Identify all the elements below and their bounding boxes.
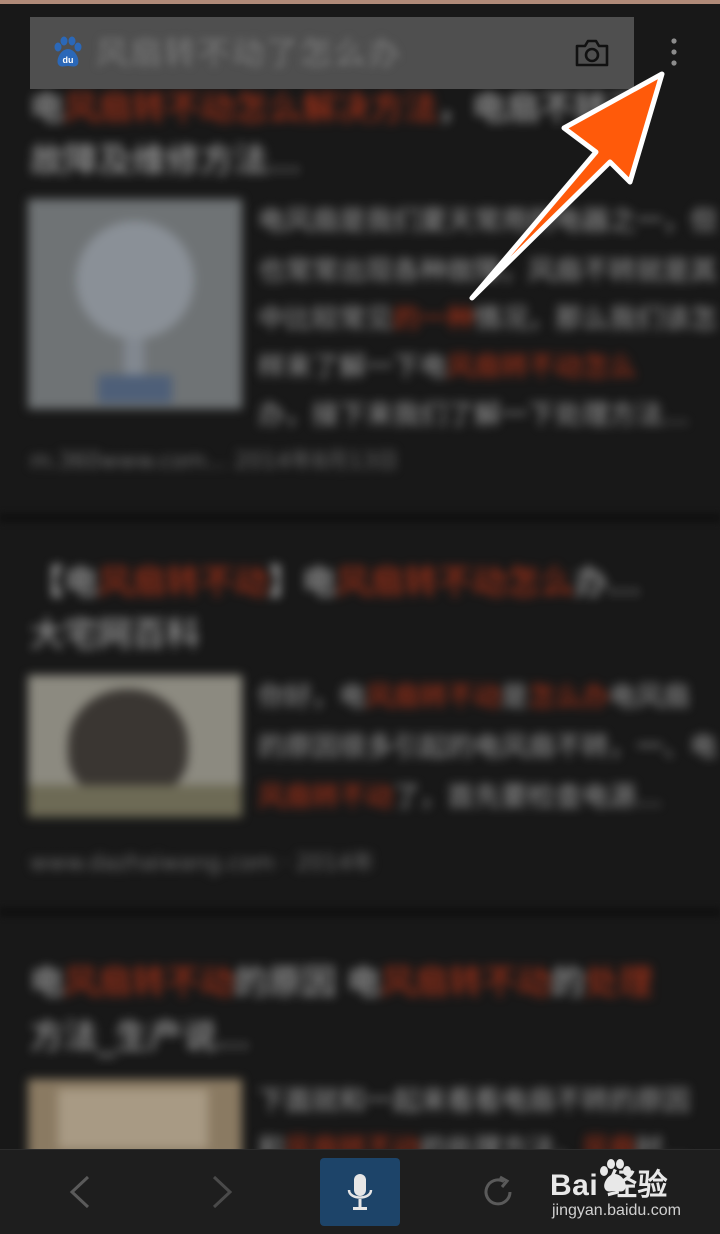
result-thumbnail-fan[interactable] (28, 199, 242, 409)
top-stripe (0, 0, 720, 4)
baidu-jingyan-watermark: Bai 经验 jingyan.baidu.com (550, 1159, 710, 1226)
baidu-paw-icon: du (54, 36, 82, 67)
result-thumbnail[interactable] (28, 1079, 242, 1149)
search-results: 电风扇转不动怎么解决方法，电扇不转了 故障及维修方法... 电风扇是我们夏天常用… (0, 89, 720, 1149)
more-vertical-icon[interactable] (664, 34, 684, 74)
voice-search-button[interactable] (320, 1158, 400, 1226)
microphone-icon (347, 1174, 373, 1210)
result-title-fragment: 故障及维修方法... (30, 141, 301, 181)
chevron-left-icon[interactable] (66, 1174, 94, 1210)
result-thumbnail-dog[interactable] (28, 675, 242, 817)
baidu-paw-watermark-icon (600, 1159, 631, 1192)
result-title-fragment: 电风扇转不动怎么解决方法，电扇不转了 (30, 89, 642, 129)
svg-text:du: du (63, 55, 74, 65)
search-query-text[interactable]: 风扇转不动了怎么办 (96, 35, 402, 71)
camera-icon[interactable] (574, 38, 610, 68)
bottom-toolbar: Bai 经验 jingyan.baidu.com (0, 1149, 720, 1234)
watermark-url: jingyan.baidu.com (552, 1202, 681, 1219)
search-bar[interactable]: du 风扇转不动了怎么办 (30, 17, 634, 89)
chevron-right-icon[interactable] (208, 1174, 236, 1210)
refresh-icon[interactable] (480, 1174, 516, 1210)
